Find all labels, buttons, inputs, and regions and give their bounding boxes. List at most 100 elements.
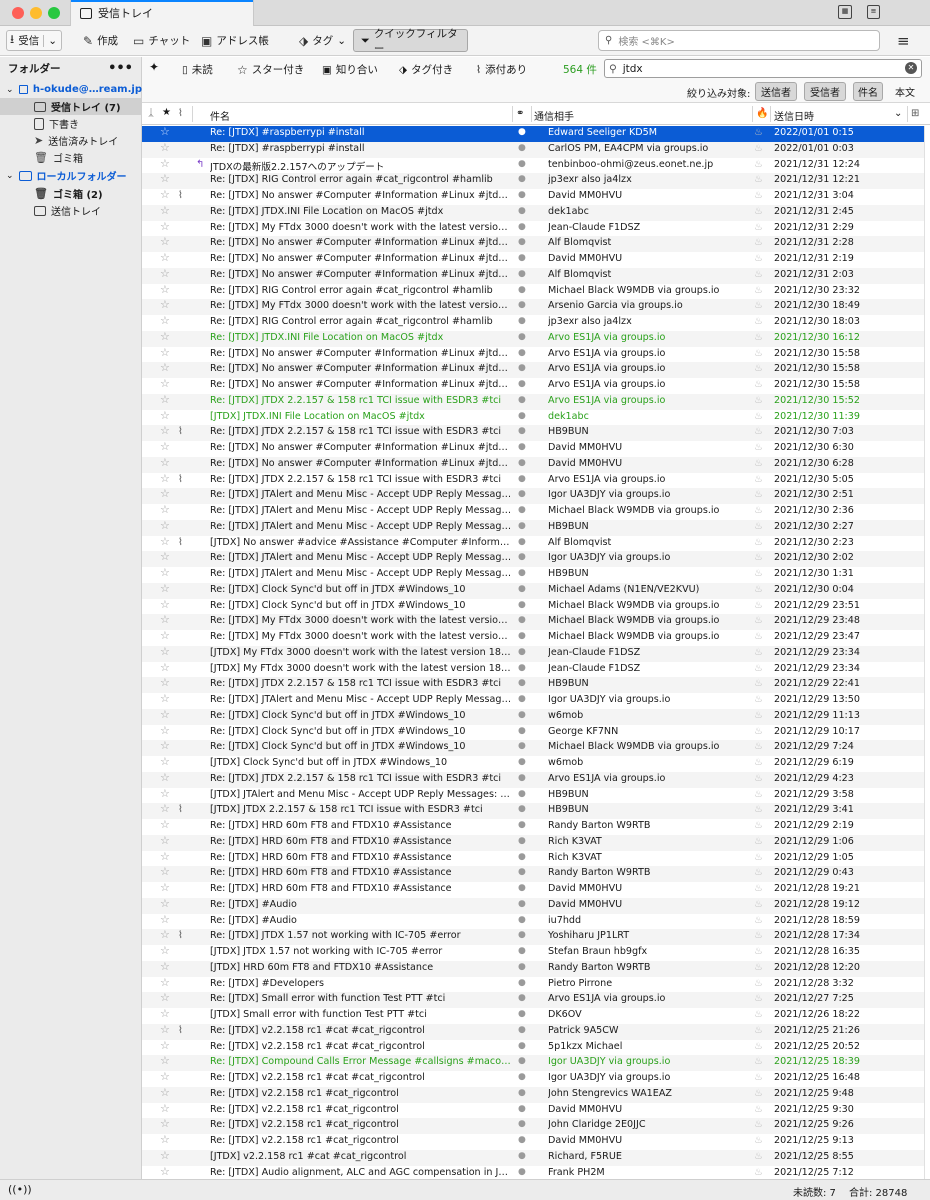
star-icon[interactable]: ☆: [160, 802, 174, 815]
star-icon[interactable]: ☆: [160, 991, 174, 1004]
star-icon[interactable]: ☆: [160, 126, 174, 138]
star-icon[interactable]: ☆: [160, 235, 174, 248]
read-status-icon[interactable]: ●: [518, 489, 528, 499]
table-row[interactable]: ☆ [JTDX] JTDX 1.57 not working with IC-70…: [142, 944, 924, 961]
table-row[interactable]: ☆ Re: [JTDX] No answer #Computer #Informa…: [142, 346, 924, 363]
junk-status-icon[interactable]: ♨: [754, 190, 768, 201]
star-icon[interactable]: ☆: [160, 661, 174, 674]
table-row[interactable]: ☆ ⌇ [JTDX] No answer #advice #Assistance #…: [142, 535, 924, 552]
table-row[interactable]: ☆ Re: [JTDX] JTDX.INI File Location on Ma…: [142, 204, 924, 221]
star-icon[interactable]: ☆: [160, 1117, 174, 1130]
quick-filter-search-input[interactable]: ⚲ jtdx ✕: [604, 59, 922, 78]
star-icon[interactable]: ☆: [160, 157, 174, 170]
star-icon[interactable]: ☆: [160, 267, 174, 280]
filter-recipient-button[interactable]: 受信者: [804, 82, 846, 101]
read-status-icon[interactable]: ●: [518, 899, 528, 909]
junk-status-icon[interactable]: ♨: [754, 915, 768, 926]
table-row[interactable]: ☆ [JTDX] My FTdx 3000 doesn't work with t…: [142, 661, 924, 678]
read-status-icon[interactable]: ●: [518, 1135, 528, 1145]
table-row[interactable]: ☆ Re: [JTDX] JTDX 2.2.157 & 158 rc1 TCI i…: [142, 771, 924, 788]
junk-status-icon[interactable]: ♨: [754, 489, 768, 500]
read-status-icon[interactable]: ●: [518, 1104, 528, 1114]
junk-status-icon[interactable]: ♨: [754, 363, 768, 374]
junk-status-icon[interactable]: ♨: [754, 584, 768, 595]
get-mail-button[interactable]: ⭳ 受信 ⌄: [6, 30, 63, 51]
star-icon[interactable]: ☆: [160, 172, 174, 185]
sidebar-item-trash[interactable]: 🗑 ゴミ箱: [0, 149, 142, 166]
sticky-pin-icon[interactable]: ✦: [149, 60, 159, 74]
junk-status-icon[interactable]: ♨: [754, 899, 768, 910]
table-row[interactable]: ☆ Re: [JTDX] JTAlert and Menu Misc - Acce…: [142, 487, 924, 504]
junk-status-icon[interactable]: ♨: [754, 867, 768, 878]
star-icon[interactable]: ☆: [160, 283, 174, 296]
junk-status-icon[interactable]: ♨: [754, 1025, 768, 1036]
global-search-input[interactable]: ⚲ 検索 <⌘K>: [598, 30, 880, 51]
read-status-icon[interactable]: ●: [518, 552, 528, 562]
read-status-icon[interactable]: ●: [518, 1056, 528, 1066]
table-row[interactable]: ☆ Re: [JTDX] JTAlert and Menu Misc - Acce…: [142, 566, 924, 583]
table-row[interactable]: ☆ Re: [JTDX] Compound Calls Error Message…: [142, 1054, 924, 1071]
write-button[interactable]: ✎ 作成: [80, 30, 121, 51]
table-row[interactable]: ☆ Re: [JTDX] RIG Control error again #cat…: [142, 172, 924, 189]
table-row[interactable]: ☆ [JTDX] Clock Sync'd but off in JTDX #Wi…: [142, 755, 924, 772]
star-icon[interactable]: ☆: [160, 377, 174, 390]
read-status-icon[interactable]: ●: [518, 411, 528, 421]
star-icon[interactable]: ☆: [160, 330, 174, 343]
junk-status-icon[interactable]: ♨: [754, 159, 768, 170]
table-row[interactable]: ☆ ⌇ [JTDX] JTDX 2.2.157 & 158 rc1 TCI issu…: [142, 802, 924, 819]
junk-status-icon[interactable]: ♨: [754, 852, 768, 863]
column-subject[interactable]: 件名: [210, 108, 230, 123]
table-row[interactable]: ☆ Re: [JTDX] JTDX 2.2.157 & 158 rc1 TCI i…: [142, 676, 924, 693]
table-row[interactable]: ☆ Re: [JTDX] v2.2.158 rc1 #cat #cat_rigco…: [142, 1070, 924, 1087]
app-menu-icon[interactable]: ≡: [897, 32, 910, 50]
sidebar-item-inbox[interactable]: 受信トレイ (7): [0, 98, 142, 115]
table-row[interactable]: ☆ [JTDX] HRD 60m FT8 and FTDX10 #Assistan…: [142, 960, 924, 977]
table-row[interactable]: ☆ Re: [JTDX] RIG Control error again #cat…: [142, 283, 924, 300]
read-status-icon[interactable]: ●: [518, 442, 528, 452]
star-icon[interactable]: ☆: [160, 298, 174, 311]
read-status-icon[interactable]: ●: [518, 757, 528, 767]
star-icon[interactable]: ☆: [160, 739, 174, 752]
table-row[interactable]: ☆ Re: [JTDX] #Developers ● Pietro Pirrone ♨ 2…: [142, 976, 924, 993]
table-row[interactable]: ☆ Re: [JTDX] RIG Control error again #cat…: [142, 314, 924, 331]
star-icon[interactable]: ☆: [160, 566, 174, 579]
read-status-icon[interactable]: ●: [518, 363, 528, 373]
read-status-icon[interactable]: ●: [518, 978, 528, 988]
junk-status-icon[interactable]: ♨: [754, 395, 768, 406]
star-icon[interactable]: ☆: [160, 1070, 174, 1083]
table-row[interactable]: ☆ ⌇ Re: [JTDX] JTDX 2.2.157 & 158 rc1 TCI …: [142, 472, 924, 489]
junk-status-icon[interactable]: ♨: [754, 993, 768, 1004]
read-status-icon[interactable]: ●: [518, 332, 528, 342]
junk-status-icon[interactable]: ♨: [754, 930, 768, 941]
star-icon[interactable]: ☆: [160, 393, 174, 406]
table-row[interactable]: ☆ Re: [JTDX] Small error with function Te…: [142, 991, 924, 1008]
table-row[interactable]: ☆ [JTDX] v2.2.158 rc1 #cat #cat_rigcontro…: [142, 1149, 924, 1166]
junk-status-icon[interactable]: ♨: [754, 552, 768, 563]
read-status-icon[interactable]: ●: [518, 852, 528, 862]
star-icon[interactable]: ☆: [160, 755, 174, 768]
junk-status-icon[interactable]: ♨: [754, 521, 768, 532]
star-icon[interactable]: ☆: [160, 598, 174, 611]
read-status-icon[interactable]: ●: [518, 237, 528, 247]
thread-column-icon[interactable]: ᛣ: [148, 108, 154, 119]
star-icon[interactable]: ☆: [160, 913, 174, 926]
junk-status-icon[interactable]: ♨: [754, 789, 768, 800]
table-row[interactable]: ☆ Re: [JTDX] JTAlert and Menu Misc - Acce…: [142, 519, 924, 536]
read-status-icon[interactable]: ●: [518, 726, 528, 736]
star-icon[interactable]: ☆: [160, 361, 174, 374]
junk-status-icon[interactable]: ♨: [754, 222, 768, 233]
junk-status-icon[interactable]: ♨: [754, 442, 768, 453]
table-row[interactable]: ☆ Re: [JTDX] Audio alignment, ALC and AGC…: [142, 1165, 924, 1180]
read-status-icon[interactable]: ●: [518, 631, 528, 641]
table-row[interactable]: ☆ Re: [JTDX] #Audio ● iu7hdd ♨ 2021/12/28 18:…: [142, 913, 924, 930]
star-icon[interactable]: ☆: [160, 708, 174, 721]
read-status-icon[interactable]: ●: [518, 127, 528, 137]
read-status-icon[interactable]: ●: [518, 174, 528, 184]
junk-status-icon[interactable]: ♨: [754, 143, 768, 154]
star-icon[interactable]: ☆: [160, 503, 174, 516]
tag-button[interactable]: ⬗ タグ ⌄: [296, 30, 349, 51]
read-status-icon[interactable]: ●: [518, 1025, 528, 1035]
star-icon[interactable]: ☆: [160, 771, 174, 784]
junk-status-icon[interactable]: ♨: [754, 206, 768, 217]
star-icon[interactable]: ☆: [160, 1165, 174, 1178]
